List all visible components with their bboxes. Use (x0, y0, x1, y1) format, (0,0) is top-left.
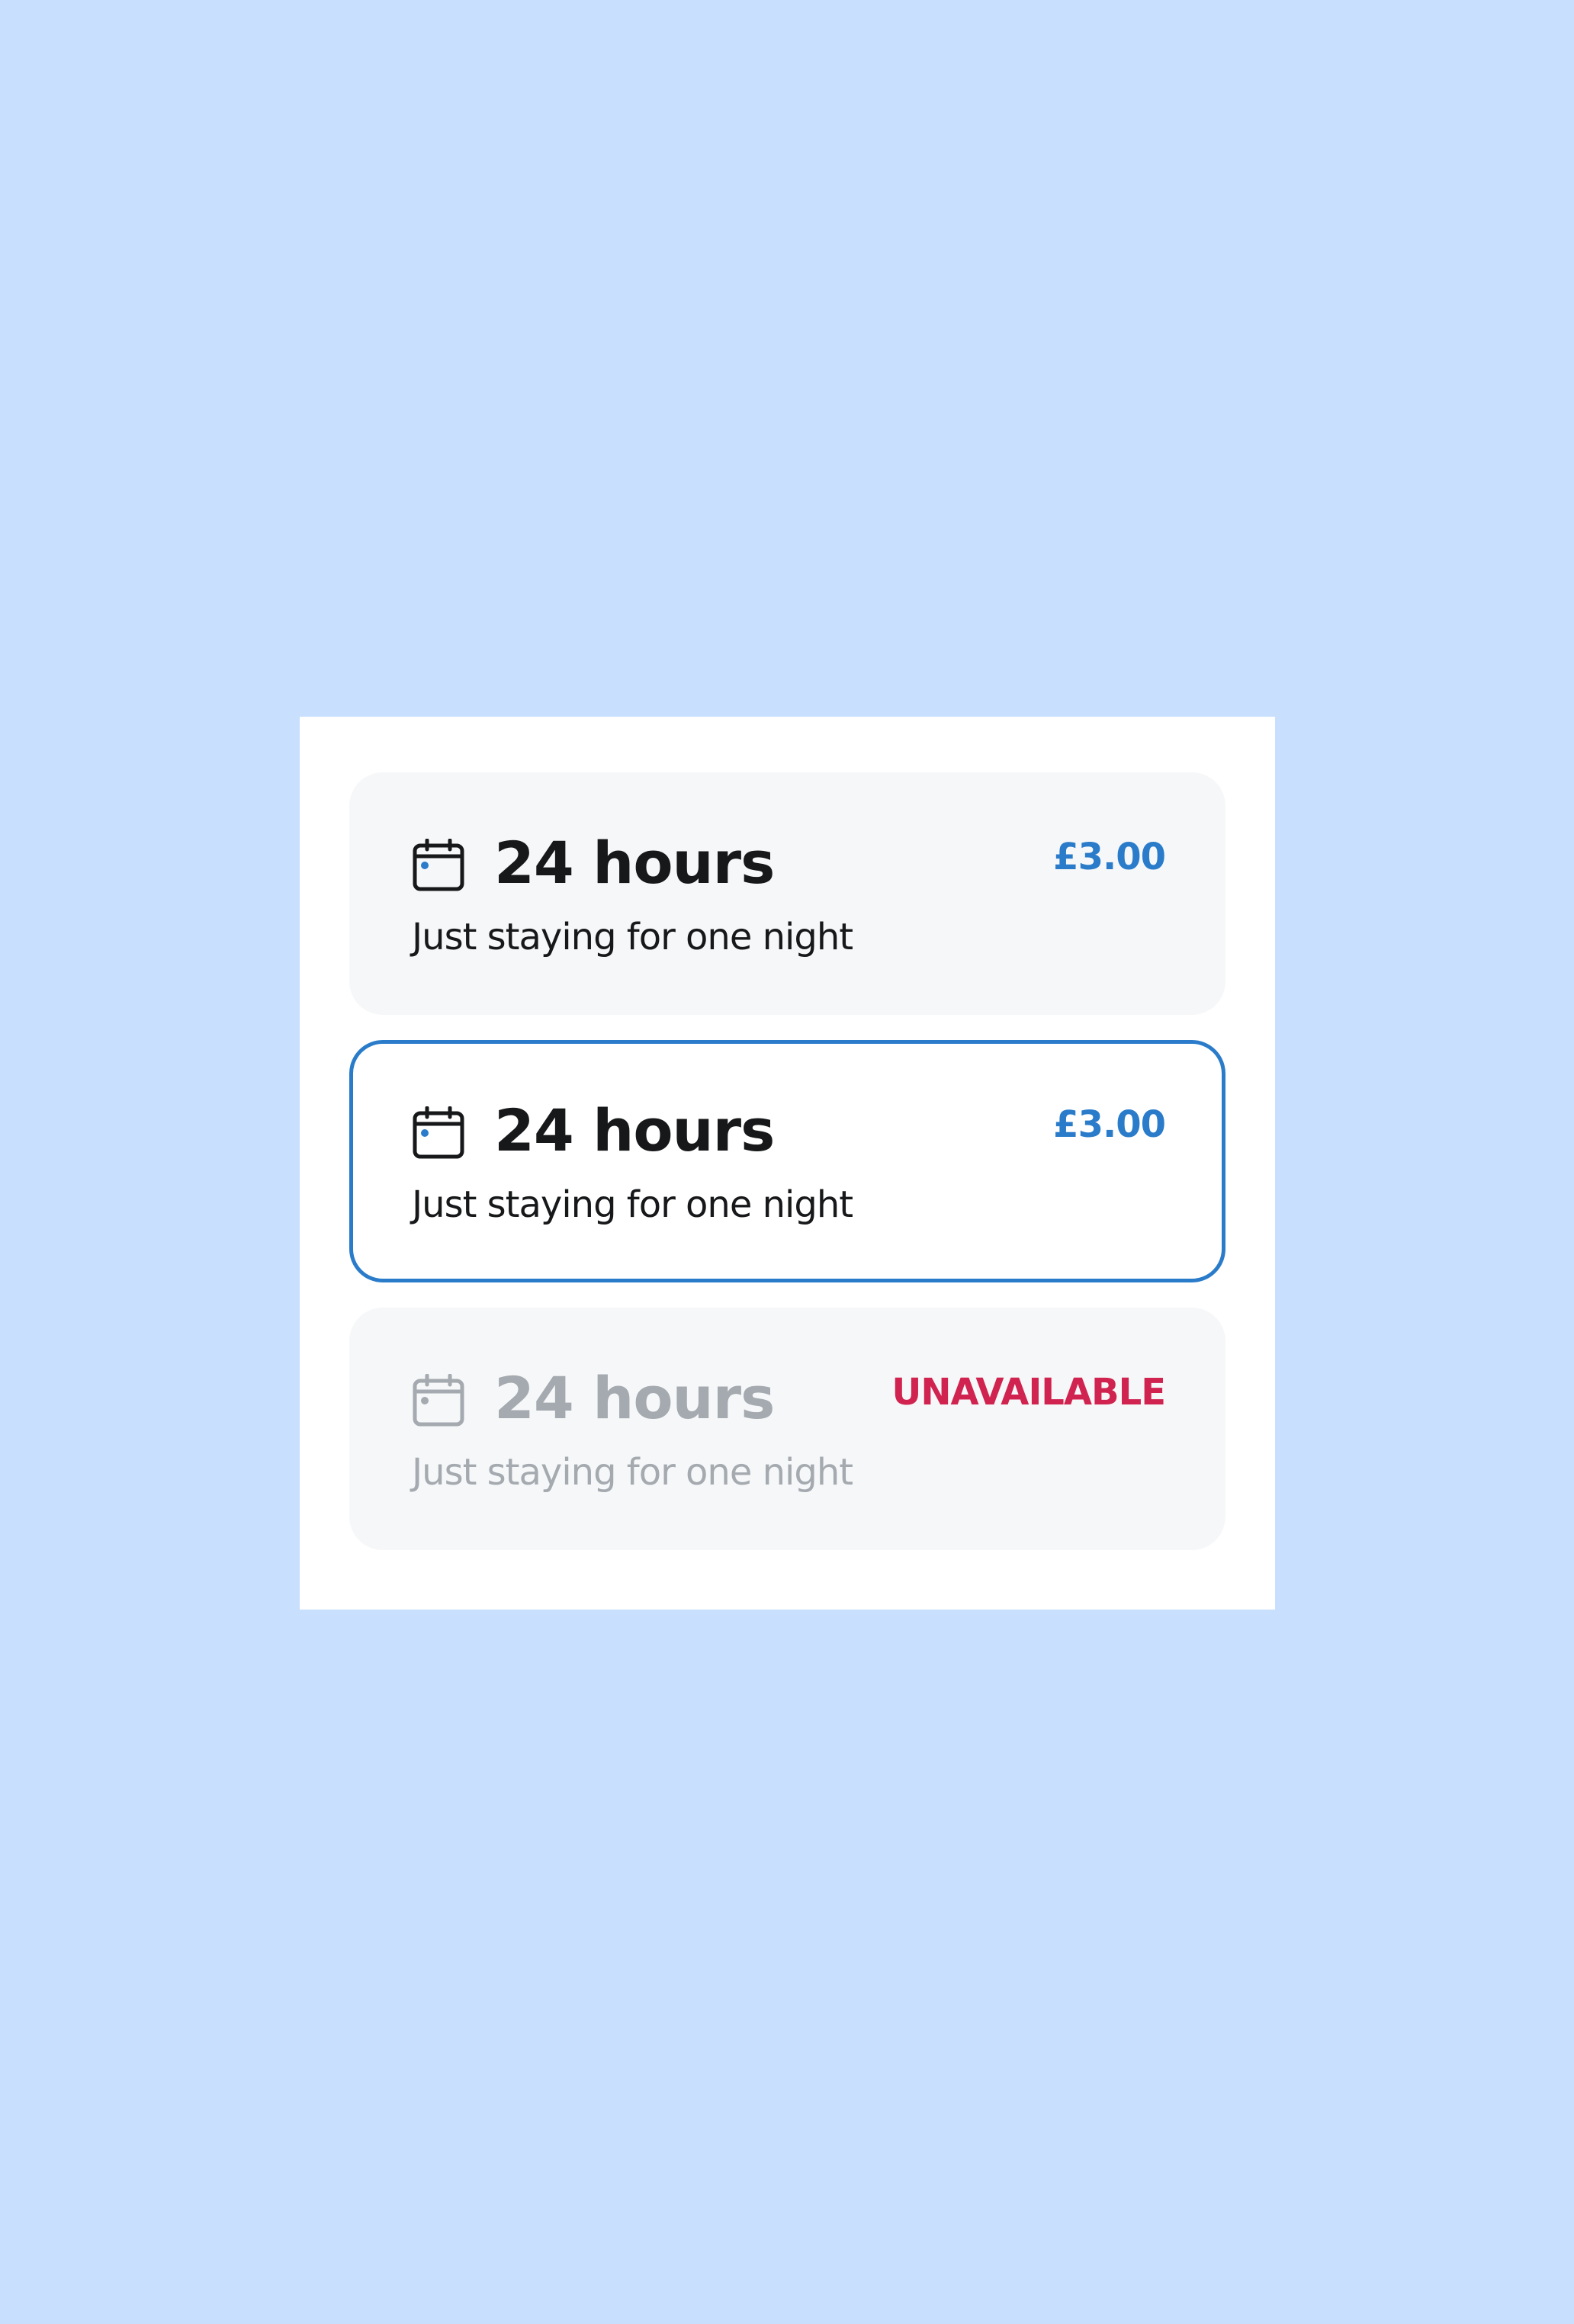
option-subtitle: Just staying for one night (412, 1451, 853, 1494)
duration-option-card[interactable]: 24 hours Just staying for one night £3.0… (349, 772, 1225, 1015)
option-title: 24 hours (494, 1096, 775, 1164)
option-title: 24 hours (494, 829, 775, 897)
calendar-icon (413, 1106, 464, 1159)
unavailable-status-label: UNAVAILABLE (891, 1371, 1166, 1414)
calendar-icon (413, 1374, 464, 1427)
option-price: £3.00 (1053, 836, 1166, 878)
option-title: 24 hours (494, 1364, 775, 1432)
duration-option-card-unavailable: 24 hours Just staying for one night UNAV… (349, 1308, 1225, 1550)
option-subtitle: Just staying for one night (412, 916, 853, 958)
calendar-icon (413, 839, 464, 891)
duration-options-panel: 24 hours Just staying for one night £3.0… (300, 717, 1275, 1610)
duration-option-card-selected[interactable]: 24 hours Just staying for one night £3.0… (349, 1040, 1225, 1282)
option-subtitle: Just staying for one night (412, 1183, 853, 1226)
option-price: £3.00 (1053, 1103, 1166, 1146)
